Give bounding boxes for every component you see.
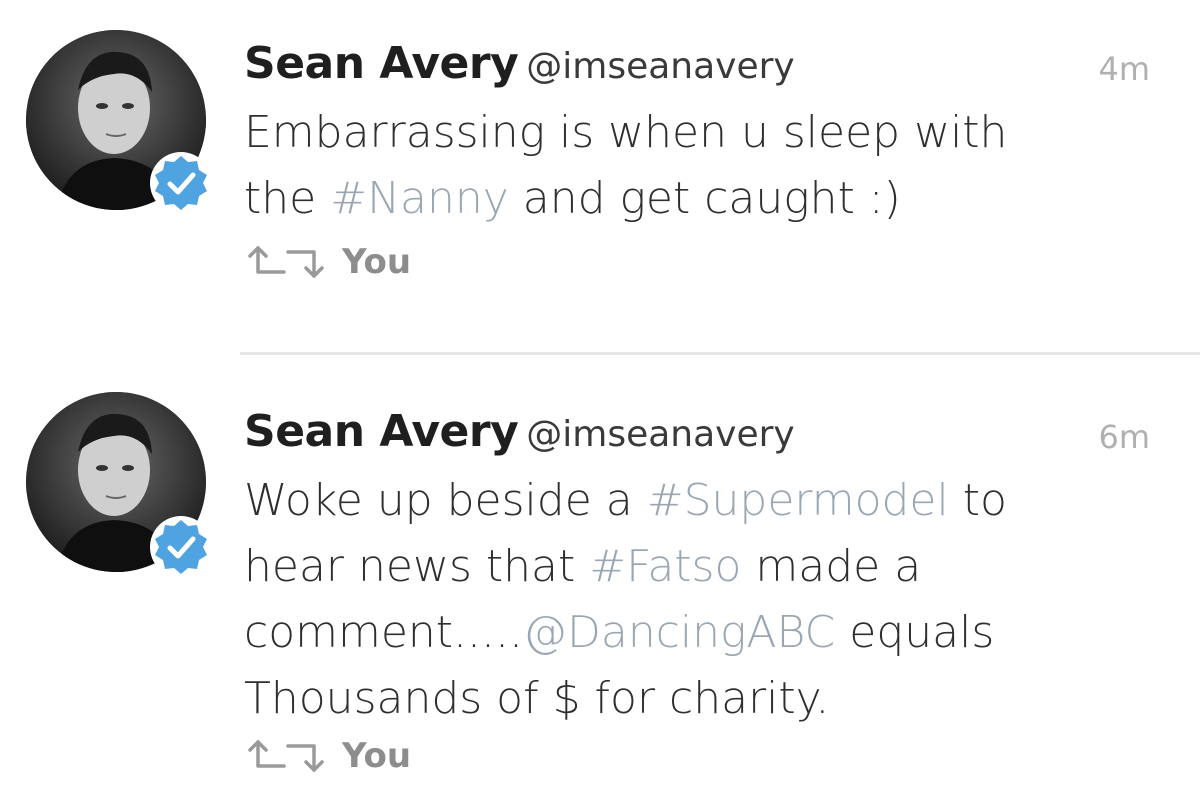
- text-segment: the: [244, 173, 331, 224]
- text-segment: to: [948, 475, 1007, 526]
- tweet-timestamp: 4m: [1098, 50, 1150, 88]
- tweet-divider: [240, 352, 1200, 355]
- tweet-text: Embarrassing is when u sleep with the #N…: [244, 100, 1144, 232]
- hashtag-link[interactable]: #Supermodel: [647, 475, 949, 526]
- text-segment: and get caught :): [508, 173, 901, 224]
- tweet-text: Woke up beside a #Supermodel to hear new…: [244, 468, 1144, 732]
- tweet-header: Sean Avery @imseanavery: [244, 406, 795, 457]
- tweet-item[interactable]: Sean Avery @imseanavery 6m Woke up beside…: [0, 356, 1200, 801]
- author-handle[interactable]: @imseanavery: [526, 46, 794, 87]
- text-segment: made a: [741, 541, 922, 592]
- mention-link[interactable]: @DancingABC: [523, 607, 835, 658]
- tweet-item[interactable]: Sean Avery @imseanavery 4m Embarrassing i…: [0, 0, 1200, 352]
- retweet-context[interactable]: You: [244, 736, 411, 776]
- text-segment: equals: [835, 607, 995, 658]
- retweeted-by-label: You: [342, 242, 412, 282]
- author-handle[interactable]: @imseanavery: [526, 414, 794, 455]
- hashtag-link[interactable]: #Nanny: [330, 173, 509, 224]
- retweet-icon: [248, 740, 324, 772]
- text-segment: Woke up beside a: [244, 475, 647, 526]
- tweet-header: Sean Avery @imseanavery: [244, 38, 795, 89]
- hashtag-link[interactable]: #Fatso: [589, 541, 741, 592]
- verified-badge-icon: [150, 152, 212, 214]
- text-segment: comment.....: [244, 607, 523, 658]
- verified-badge-icon: [150, 516, 212, 578]
- retweeted-by-label: You: [342, 736, 412, 776]
- text-segment: Embarrassing is when u sleep with: [244, 107, 1008, 158]
- text-segment: hear news that: [244, 541, 590, 592]
- retweet-icon: [248, 246, 324, 278]
- retweet-context[interactable]: You: [244, 242, 411, 282]
- tweet-timestamp: 6m: [1098, 418, 1150, 456]
- text-segment: Thousands of $ for charity.: [244, 673, 830, 724]
- author-name[interactable]: Sean Avery: [244, 406, 519, 457]
- author-name[interactable]: Sean Avery: [244, 38, 519, 89]
